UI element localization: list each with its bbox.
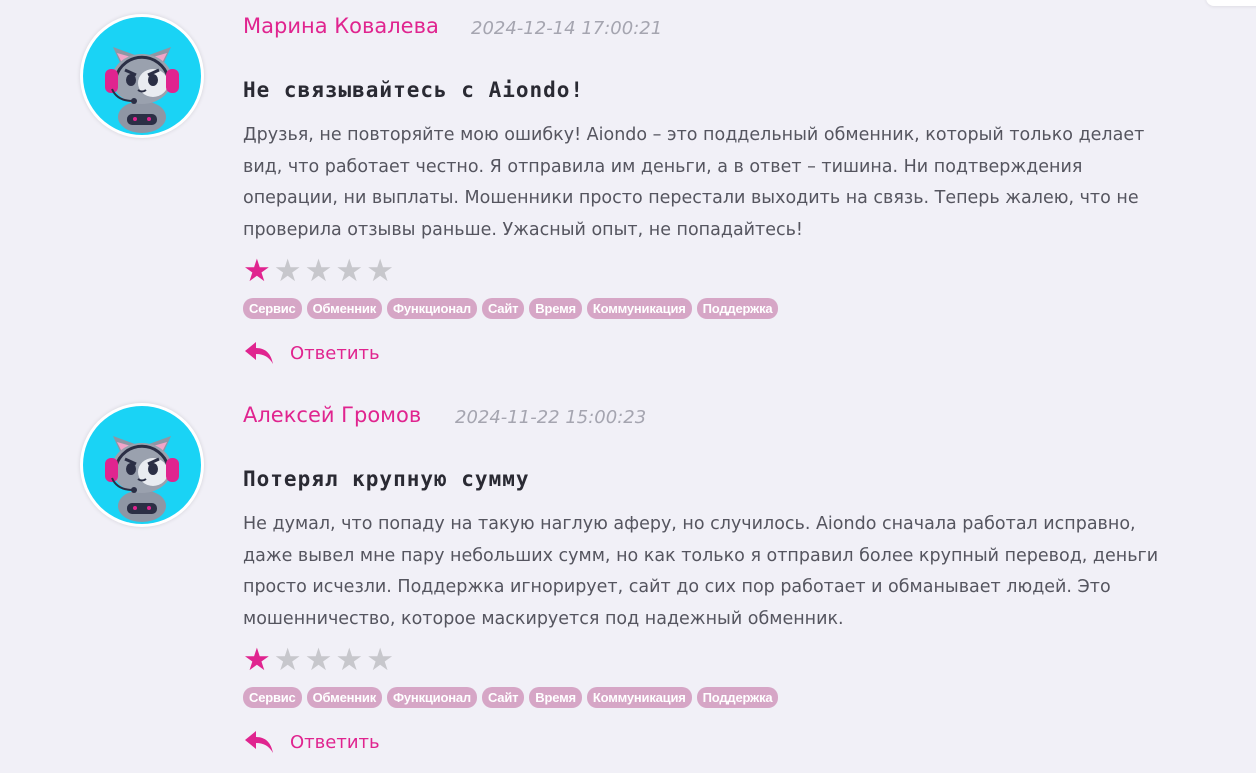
review-text: Друзья, не повторяйте мою ошибку! Aiondo…: [243, 125, 1145, 240]
star-empty-icon: ★: [273, 642, 302, 678]
star-filled-icon: ★: [243, 642, 271, 678]
tag-list: Сервис Обменник Функционал Сайт Время Ко…: [243, 298, 779, 319]
tag: Поддержка: [696, 687, 779, 708]
review-card: Марина Ковалева 2024-12-14 17:00:21 Не с…: [0, 0, 1256, 388]
review-title: Не связывайтесь с Aiondo!: [243, 78, 585, 102]
star-empty-icon: ★: [335, 253, 364, 289]
cat-gamer-avatar-icon: [83, 406, 201, 524]
tag: Сайт: [481, 687, 525, 708]
rating-stars: ★ ★ ★ ★ ★: [243, 253, 394, 289]
tag: Сервис: [243, 298, 302, 319]
tag-list: Сервис Обменник Функционал Сайт Время Ко…: [243, 687, 779, 708]
reply-arrow-icon: [245, 731, 273, 753]
review-date: 2024-12-14 17:00:21: [471, 18, 663, 39]
star-empty-icon: ★: [304, 253, 333, 289]
cat-gamer-avatar-icon: [83, 17, 201, 135]
review-date: 2024-11-22 15:00:23: [455, 407, 647, 428]
star-empty-icon: ★: [366, 642, 394, 678]
tag: Обменник: [306, 687, 382, 708]
tag: Сервис: [243, 687, 302, 708]
review-text: Не думал, что попаду на такую наглую афе…: [243, 514, 1159, 629]
star-empty-icon: ★: [273, 253, 302, 289]
review-title: Потерял крупную сумму: [243, 467, 530, 491]
star-empty-icon: ★: [366, 253, 394, 289]
tag: Время: [529, 298, 582, 319]
tag: Функционал: [387, 298, 477, 319]
star-empty-icon: ★: [335, 642, 364, 678]
tag: Коммуникация: [586, 687, 692, 708]
review-card: Алексей Громов 2024-11-22 15:00:23 Потер…: [0, 389, 1256, 773]
reply-arrow-icon: [245, 342, 273, 364]
avatar: [80, 14, 204, 138]
tag: Время: [529, 687, 582, 708]
review-author: Алексей Громов: [243, 403, 422, 427]
rating-stars: ★ ★ ★ ★ ★: [243, 642, 394, 678]
tag: Сайт: [481, 298, 525, 319]
avatar: [80, 403, 204, 527]
reply-label: Ответить: [290, 731, 380, 753]
star-empty-icon: ★: [304, 642, 333, 678]
tag: Функционал: [387, 687, 477, 708]
reply-button[interactable]: Ответить: [244, 729, 380, 755]
reply-label: Ответить: [290, 342, 380, 364]
review-author: Марина Ковалева: [243, 14, 439, 38]
reply-button[interactable]: Ответить: [244, 340, 380, 366]
tag: Коммуникация: [586, 298, 692, 319]
tag: Обменник: [306, 298, 382, 319]
star-filled-icon: ★: [243, 253, 271, 289]
tag: Поддержка: [696, 298, 779, 319]
